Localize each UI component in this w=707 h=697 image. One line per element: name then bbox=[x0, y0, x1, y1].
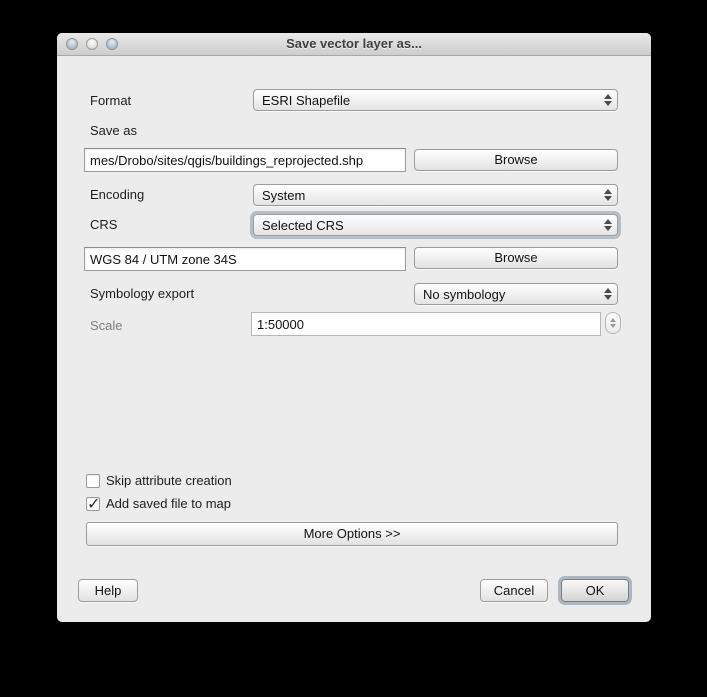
encoding-dropdown[interactable]: System bbox=[253, 184, 618, 206]
window-title: Save vector layer as... bbox=[57, 36, 651, 51]
format-dropdown[interactable]: ESRI Shapefile bbox=[253, 89, 618, 111]
save-vector-layer-dialog: Save vector layer as... Format ESRI Shap… bbox=[57, 33, 651, 622]
format-value: ESRI Shapefile bbox=[254, 93, 599, 108]
chevron-up-down-icon bbox=[599, 189, 617, 201]
add-saved-file-label: Add saved file to map bbox=[106, 496, 231, 511]
format-label: Format bbox=[90, 93, 131, 108]
help-button[interactable]: Help bbox=[78, 579, 138, 602]
chevron-up-down-icon bbox=[599, 288, 617, 300]
save-as-path-input[interactable] bbox=[84, 148, 406, 172]
symbology-value: No symbology bbox=[415, 287, 599, 302]
skip-attribute-creation-checkbox[interactable] bbox=[86, 474, 100, 488]
ok-button[interactable]: OK bbox=[561, 579, 629, 602]
encoding-value: System bbox=[254, 188, 599, 203]
symbology-dropdown[interactable]: No symbology bbox=[414, 283, 618, 305]
stepper-down-icon[interactable] bbox=[610, 324, 616, 328]
crs-dropdown[interactable]: Selected CRS bbox=[253, 214, 618, 236]
skip-attribute-creation-label: Skip attribute creation bbox=[106, 473, 232, 488]
add-saved-file-checkbox[interactable]: ✓ bbox=[86, 497, 100, 511]
more-options-button[interactable]: More Options >> bbox=[86, 522, 618, 546]
checkmark-icon: ✓ bbox=[87, 494, 100, 514]
save-as-label: Save as bbox=[90, 123, 137, 138]
chevron-up-down-icon bbox=[599, 94, 617, 106]
chevron-up-down-icon bbox=[599, 219, 617, 231]
scale-label: Scale bbox=[90, 318, 123, 333]
skip-attribute-creation-row[interactable]: Skip attribute creation bbox=[86, 473, 232, 488]
titlebar[interactable]: Save vector layer as... bbox=[57, 33, 651, 56]
cancel-button[interactable]: Cancel bbox=[480, 579, 548, 602]
crs-label: CRS bbox=[90, 217, 117, 232]
scale-input[interactable] bbox=[251, 312, 601, 336]
encoding-label: Encoding bbox=[90, 187, 144, 202]
crs-browse-button[interactable]: Browse bbox=[414, 247, 618, 269]
save-as-browse-button[interactable]: Browse bbox=[414, 149, 618, 171]
stepper-up-icon[interactable] bbox=[610, 318, 616, 322]
crs-value: Selected CRS bbox=[254, 218, 599, 233]
crs-selected-input[interactable] bbox=[84, 247, 406, 271]
symbology-export-label: Symbology export bbox=[90, 286, 194, 301]
add-saved-file-row[interactable]: ✓ Add saved file to map bbox=[86, 496, 231, 511]
scale-stepper[interactable] bbox=[605, 312, 621, 334]
